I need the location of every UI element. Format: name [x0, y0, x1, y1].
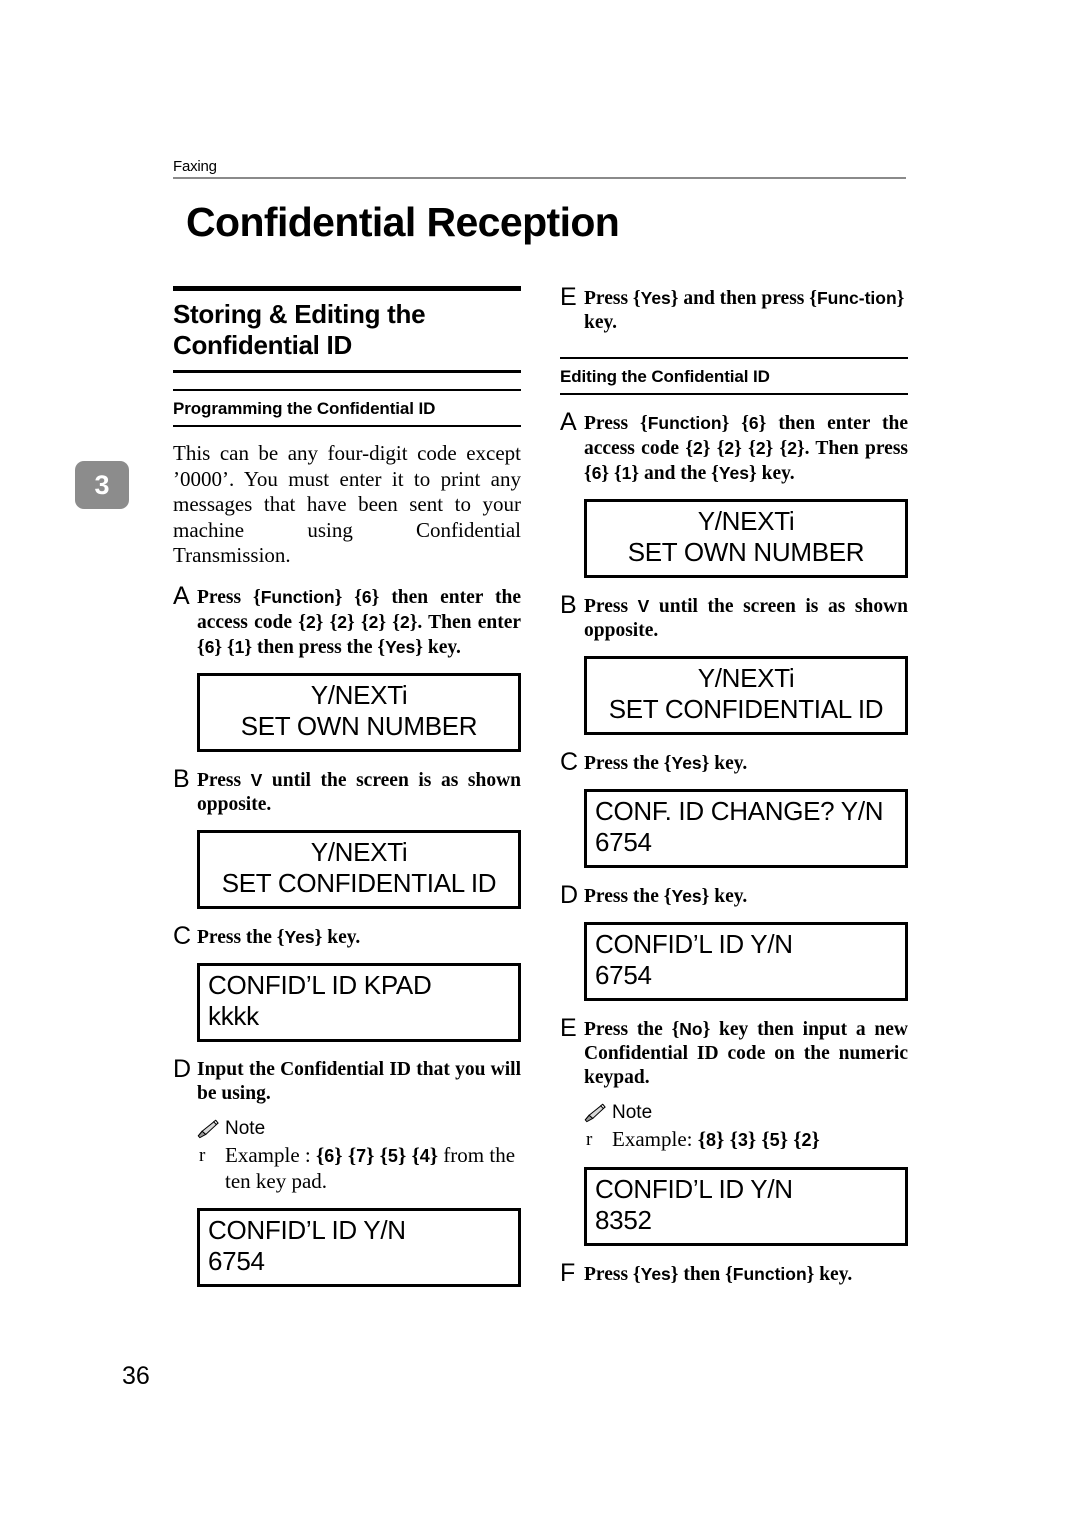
subsection-rule-bottom	[173, 425, 521, 427]
note-block-left: Note r Example : {6} {7} {5} {4} from th…	[197, 1118, 521, 1195]
note-label: Note	[612, 1102, 653, 1123]
step-d: D Press the {Yes} key.	[560, 881, 908, 909]
step-text: Press the {Yes} key.	[197, 926, 361, 948]
step-text: Press {Function} {6} then enter the acce…	[197, 586, 522, 658]
lcd-line-2: SET OWN NUMBER	[240, 710, 478, 741]
step-letter: A	[173, 581, 190, 610]
subsection-heading-programming: Programming the Confidential ID	[173, 389, 521, 427]
lcd-line-1: CONFID’L ID Y/N	[595, 1173, 793, 1204]
lcd-display-set-confidential-id: Y/NEXTi SET CONFIDENTIAL ID	[584, 656, 908, 735]
lcd-line-2: SET CONFIDENTIAL ID	[221, 867, 497, 898]
lcd-line-2: 6754	[595, 827, 652, 857]
header-rule	[173, 177, 906, 179]
note-heading: Note	[584, 1102, 908, 1124]
note-heading: Note	[197, 1118, 521, 1140]
step-letter: B	[560, 591, 577, 619]
lcd-line-1: Y/NEXTi	[310, 836, 408, 867]
step-letter: C	[173, 921, 192, 950]
note-item: r Example : {6} {7} {5} {4} from the ten…	[197, 1143, 521, 1195]
step-letter: D	[560, 881, 579, 909]
step-letter: E	[560, 1014, 577, 1042]
lcd-line-1: CONFID’L ID Y/N	[595, 929, 793, 959]
intro-paragraph: This can be any four-digit code except ’…	[173, 441, 521, 567]
step-b: B Press V until the screen is as shown o…	[173, 764, 522, 817]
lcd-line-1: Y/NEXTi	[697, 663, 795, 693]
chapter-tab: 3	[75, 461, 129, 509]
step-letter: B	[173, 764, 190, 793]
step-letter: F	[560, 1258, 576, 1287]
running-header: Faxing	[173, 158, 906, 179]
note-text: Example : {6} {7} {5} {4} from the ten k…	[225, 1142, 516, 1194]
step-c: C Press the {Yes} key.	[560, 748, 908, 776]
lcd-line-2: 6754	[208, 1245, 265, 1276]
note-block-right: Note r Example: {8} {3} {5} {2}	[584, 1102, 908, 1154]
lcd-line-1: CONFID’L ID Y/N	[208, 1214, 406, 1245]
lcd-line-2: 6754	[595, 960, 652, 990]
step-text: Press the {Yes} key.	[584, 753, 748, 774]
section-title-label: Storing & Editing the Confidential ID	[173, 299, 426, 360]
step-text: Input the Confidential ID that you will …	[197, 1058, 521, 1104]
lcd-display-confidl-id-kpad: CONFID’L ID KPAD kkkk	[197, 962, 521, 1042]
note-bullet: r	[586, 1129, 593, 1150]
step-letter: D	[173, 1054, 192, 1083]
step-text: Press the {No} key then input a new Conf…	[584, 1019, 908, 1088]
step-d: D Input the Confidential ID that you wil…	[173, 1054, 521, 1106]
lcd-line-1: CONF. ID CHANGE? Y/N	[595, 796, 884, 826]
step-f: F Press {Yes} then {Function} key.	[560, 1258, 908, 1287]
page-title: Confidential Reception	[186, 199, 620, 245]
note-text: Example: {8} {3} {5} {2}	[612, 1127, 820, 1151]
lcd-line-2: SET CONFIDENTIAL ID	[608, 694, 884, 724]
lcd-line-2: 8352	[595, 1204, 652, 1235]
step-letter: C	[560, 748, 579, 776]
subsection-title-label: Programming the Confidential ID	[173, 399, 436, 418]
lcd-display-conf-id-change: CONF. ID CHANGE? Y/N 6754	[584, 789, 908, 868]
step-a: A Press {Function} {6} then enter the ac…	[560, 408, 909, 486]
running-header-label: Faxing	[173, 158, 217, 175]
document-page: Faxing 3 Confidential Reception Storing …	[0, 0, 1080, 1528]
step-text: Press {Function} {6} then enter the acce…	[584, 413, 909, 484]
step-text: Press the {Yes} key.	[584, 886, 748, 907]
lcd-line-2: SET OWN NUMBER	[627, 537, 865, 567]
step-letter: A	[560, 408, 577, 436]
step-text: Press {Yes} and then press {Func-tion} k…	[584, 288, 905, 333]
lcd-display-confidl-id-6754-right: CONFID’L ID Y/N 6754	[584, 922, 908, 1001]
step-text: Press V until the screen is as shown opp…	[197, 769, 522, 815]
lcd-display-set-own-number: Y/NEXTi SET OWN NUMBER	[584, 499, 908, 578]
step-text: Press {Yes} then {Function} key.	[584, 1263, 853, 1285]
note-bullet: r	[199, 1144, 206, 1166]
right-column: E Press {Yes} and then press {Func-tion}…	[560, 283, 909, 1287]
step-c: C Press the {Yes} key.	[173, 921, 521, 950]
step-letter: E	[560, 283, 577, 311]
subsection-heading-editing: Editing the Confidential ID	[560, 357, 908, 395]
step-text: Press V until the screen is as shown opp…	[584, 596, 909, 641]
lcd-line-1: Y/NEXTi	[310, 679, 408, 710]
subsection-rule-bottom	[560, 393, 908, 395]
lcd-display-set-own-number: Y/NEXTi SET OWN NUMBER	[197, 672, 521, 752]
lcd-line-2: kkkk	[208, 1000, 259, 1031]
section-heading-storing-editing: Storing & Editing the Confidential ID	[173, 286, 521, 373]
note-label: Note	[225, 1117, 266, 1139]
lcd-display-confidl-id-8352: CONFID’L ID Y/N 8352	[584, 1166, 908, 1246]
step-b: B Press V until the screen is as shown o…	[560, 591, 909, 643]
note-item: r Example: {8} {3} {5} {2}	[584, 1127, 908, 1154]
lcd-line-1: Y/NEXTi	[697, 506, 795, 536]
pencil-icon	[584, 1103, 606, 1123]
step-e-continued: E Press {Yes} and then press {Func-tion}…	[560, 283, 908, 335]
page-number: 36	[122, 1362, 150, 1390]
lcd-display-confidl-id-6754-left: CONFID’L ID Y/N 6754	[197, 1207, 521, 1287]
lcd-display-set-confidential-id: Y/NEXTi SET CONFIDENTIAL ID	[197, 829, 521, 909]
subsection-title-label: Editing the Confidential ID	[560, 367, 770, 386]
lcd-line-1: CONFID’L ID KPAD	[208, 969, 432, 1000]
pencil-icon	[197, 1119, 219, 1138]
step-a: A Press {Function} {6} then enter the ac…	[173, 581, 522, 660]
left-column: Storing & Editing the Confidential ID Pr…	[173, 286, 521, 1287]
step-e: E Press the {No} key then input a new Co…	[560, 1014, 908, 1090]
